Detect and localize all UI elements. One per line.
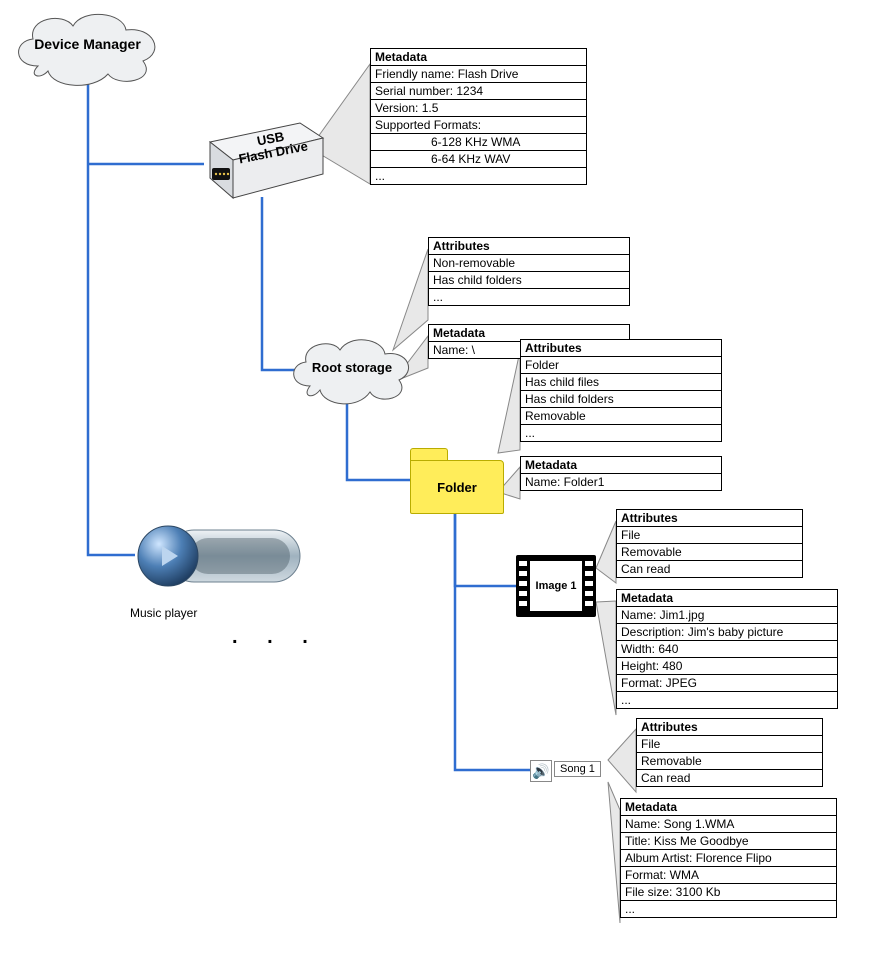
usb-flash-drive-node: USB Flash Drive [200, 120, 320, 180]
image-attributes-panel: Attributes FileRemovableCan read [616, 509, 803, 578]
row-key: File size: [625, 885, 672, 899]
row-key: Height: [621, 659, 659, 673]
speaker-icon: 🔊 [530, 760, 552, 782]
panel-row: File [617, 527, 802, 544]
panel-row: Can read [617, 561, 802, 577]
panel-row: Supported Formats: [371, 117, 586, 134]
panel-header: Attributes [617, 510, 802, 527]
usb-metadata-panel: Metadata Friendly name: Flash DriveSeria… [370, 48, 587, 185]
folder-label: Folder [411, 461, 503, 513]
panel-row: ... [617, 692, 837, 708]
row-value: Jim's baby picture [684, 625, 783, 639]
panel-row: Can read [637, 770, 822, 786]
panel-row: Has child files [521, 374, 721, 391]
panel-row: Format: WMA [621, 867, 836, 884]
image-node: Image 1 [516, 555, 596, 617]
row-value: \ [468, 343, 475, 357]
panel-row: File [637, 736, 822, 753]
root-attributes-panel: Attributes Non-removableHas child folder… [428, 237, 630, 306]
panel-header: Attributes [637, 719, 822, 736]
panel-row: Name: Folder1 [521, 474, 721, 490]
panel-row: Name: Jim1.jpg [617, 607, 837, 624]
panel-row: Friendly name: Flash Drive [371, 66, 586, 83]
folder-metadata-panel: Metadata Name: Folder1 [520, 456, 722, 491]
row-value: WMA [666, 868, 699, 882]
device-manager-label: Device Manager [20, 36, 155, 52]
panel-row: ... [521, 425, 721, 441]
panel-row: File size: 3100 Kb [621, 884, 836, 901]
row-key: Width: [621, 642, 655, 656]
panel-row: Removable [617, 544, 802, 561]
folder-attributes-panel: Attributes FolderHas child filesHas chil… [520, 339, 722, 442]
row-value: 1.5 [418, 101, 438, 115]
panel-row: Title: Kiss Me Goodbye [621, 833, 836, 850]
panel-header: Metadata [371, 49, 586, 66]
row-value: Folder1 [560, 475, 604, 489]
panel-row: 6-64 KHz WAV [371, 151, 586, 168]
panel-row: Folder [521, 357, 721, 374]
row-key: Friendly name: [375, 67, 454, 81]
music-player-node: Music player [130, 520, 310, 620]
music-player-label: Music player [130, 606, 310, 620]
row-value: JPEG [662, 676, 697, 690]
row-value: 480 [659, 659, 682, 673]
row-value: 1234 [453, 84, 483, 98]
panel-header: Metadata [617, 590, 837, 607]
panel-row: Width: 640 [617, 641, 837, 658]
panel-row: Album Artist: Florence Flipo [621, 850, 836, 867]
row-value: Flash Drive [454, 67, 518, 81]
row-key: Version: [375, 101, 418, 115]
row-value: Jim1.jpg [656, 608, 704, 622]
panel-header: Attributes [521, 340, 721, 357]
root-storage-label: Root storage [296, 360, 408, 375]
panel-row: Name: Song 1.WMA [621, 816, 836, 833]
panel-row: Has child folders [521, 391, 721, 408]
panel-row: ... [621, 901, 836, 917]
row-key: Album Artist: [625, 851, 692, 865]
row-key: Name: [433, 343, 468, 357]
row-value: 3100 Kb [672, 885, 720, 899]
song-label: Song 1 [554, 761, 601, 777]
song-metadata-panel: Metadata Name: Song 1.WMATitle: Kiss Me … [620, 798, 837, 918]
row-key: Description: [621, 625, 684, 639]
image-label: Image 1 [536, 580, 577, 592]
row-value: Kiss Me Goodbye [651, 834, 749, 848]
panel-row: Non-removable [429, 255, 629, 272]
panel-row: Has child folders [429, 272, 629, 289]
panel-row: Version: 1.5 [371, 100, 586, 117]
row-key: Supported Formats: [375, 118, 481, 132]
row-key: Name: [625, 817, 660, 831]
panel-row: ... [429, 289, 629, 305]
row-key: Title: [625, 834, 651, 848]
panel-row: Description: Jim's baby picture [617, 624, 837, 641]
panel-row: 6-128 KHz WMA [371, 134, 586, 151]
row-key: Format: [625, 868, 666, 882]
panel-row: Removable [637, 753, 822, 770]
song-attributes-panel: Attributes FileRemovableCan read [636, 718, 823, 787]
row-key: Serial number: [375, 84, 453, 98]
ellipsis: . . . [232, 626, 320, 649]
row-key: Format: [621, 676, 662, 690]
row-value: Florence Flipo [692, 851, 771, 865]
row-key: Name: [621, 608, 656, 622]
panel-row: Removable [521, 408, 721, 425]
image-metadata-panel: Metadata Name: Jim1.jpgDescription: Jim'… [616, 589, 838, 709]
panel-row: ... [371, 168, 586, 184]
panel-row: Serial number: 1234 [371, 83, 586, 100]
panel-header: Metadata [621, 799, 836, 816]
panel-header: Attributes [429, 238, 629, 255]
row-value: Song 1.WMA [660, 817, 734, 831]
row-key: Name: [525, 475, 560, 489]
panel-row: Height: 480 [617, 658, 837, 675]
folder-node: Folder [410, 460, 504, 514]
panel-header: Metadata [521, 457, 721, 474]
row-value: 640 [655, 642, 678, 656]
panel-row: Format: JPEG [617, 675, 837, 692]
